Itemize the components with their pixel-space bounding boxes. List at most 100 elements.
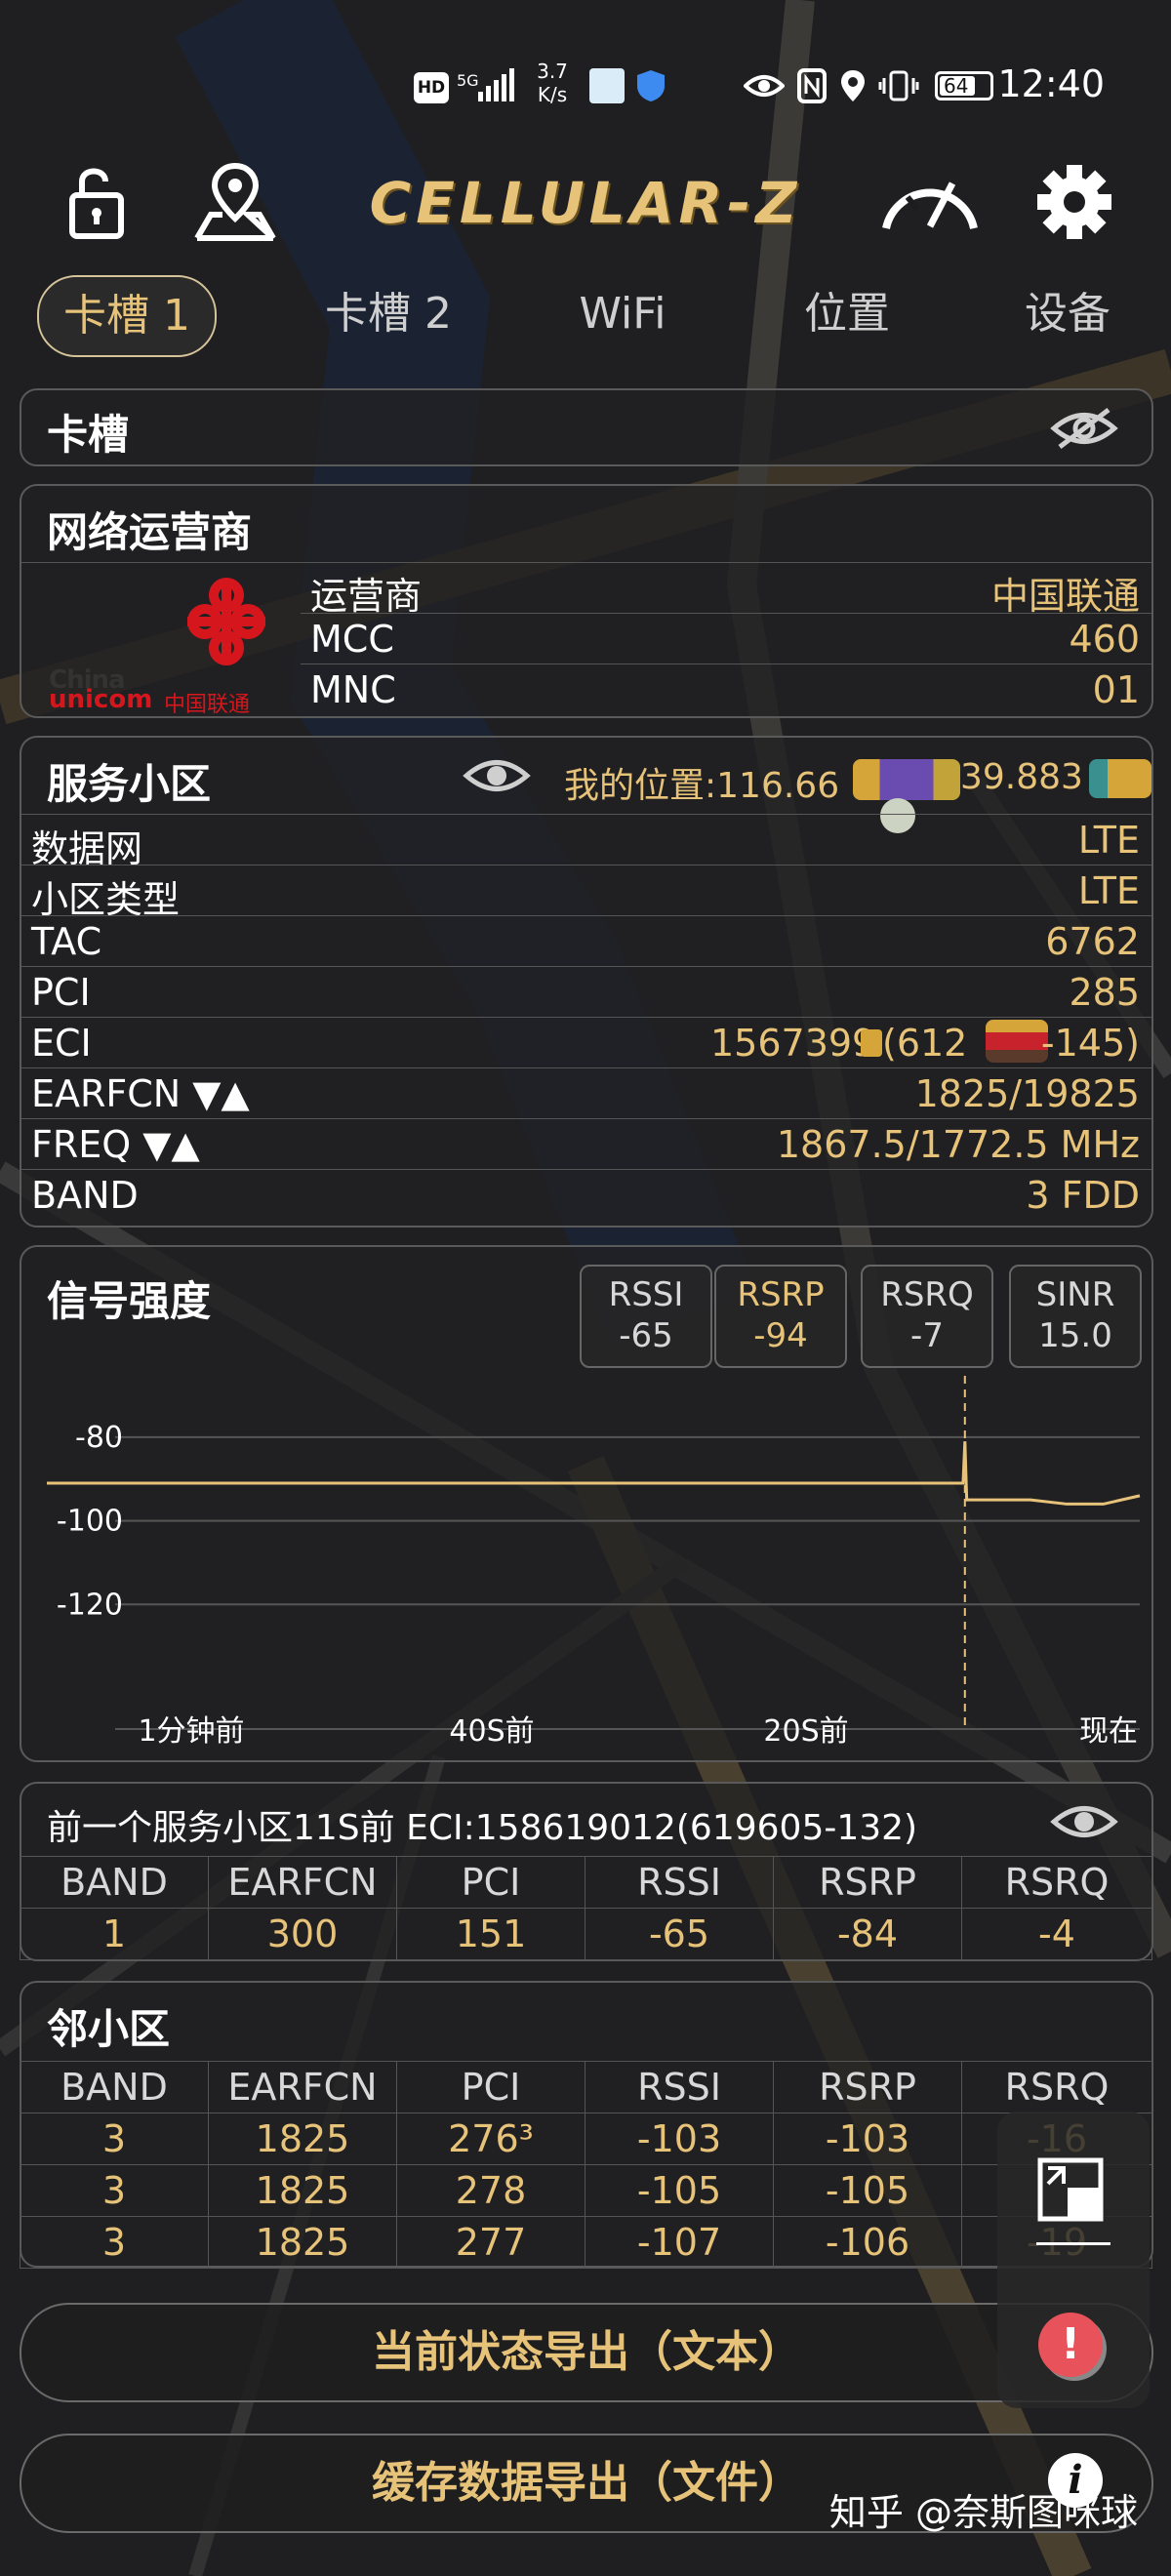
serving-row-value: 285	[1069, 971, 1140, 1014]
export-text-button[interactable]: 当前状态导出（文本）	[20, 2303, 1153, 2402]
neighbor-card-title: 邻小区	[47, 2005, 171, 2053]
chip-value: -7	[910, 1316, 944, 1355]
table-cell: -106	[773, 2216, 962, 2269]
chip-sinr[interactable]: SINR 15.0	[1009, 1265, 1142, 1368]
serving-row-key: FREQ ▼▲	[31, 1123, 200, 1166]
unlock-icon[interactable]	[55, 158, 142, 246]
serving-row-value: 3 FDD	[1026, 1174, 1140, 1217]
serving-row-key: ECI	[31, 1022, 92, 1065]
column-header: EARFCN	[208, 2061, 397, 2113]
tab-slot-1[interactable]: 卡槽 1	[37, 275, 217, 357]
serving-row: 数据网 LTE	[21, 814, 1151, 870]
table-cell: 3	[20, 2216, 209, 2269]
table-row: 3 1825 276³ -103 -103 -16	[20, 2113, 1152, 2165]
table-cell: -105	[773, 2164, 962, 2217]
table-cell: 1	[20, 1908, 209, 1960]
table-cell: 3	[20, 2113, 209, 2165]
serving-row: ECI 1567399 (612 -145)	[21, 1017, 1151, 1068]
x-tick-label: 40S前	[449, 1714, 534, 1749]
vibrate-icon	[878, 70, 919, 101]
serving-row-value: LTE	[1077, 819, 1140, 862]
shield-icon	[637, 70, 665, 101]
column-header: BAND	[20, 1856, 209, 1909]
table-cell: -103	[585, 2113, 774, 2165]
series-line-rsrp	[47, 1441, 1141, 1506]
settings-gear-icon[interactable]	[1030, 158, 1118, 246]
tab-slot-2[interactable]: 卡槽 2	[301, 275, 476, 353]
logo-text-cn: 中国联通	[164, 693, 251, 717]
speedometer-icon[interactable]	[876, 158, 984, 246]
redaction-blob	[861, 1029, 882, 1057]
eye-icon	[744, 75, 785, 97]
column-header: RSSI	[585, 2061, 774, 2113]
table-cell: 278	[396, 2164, 586, 2217]
alert-icon[interactable]: !	[1038, 2313, 1103, 2377]
serving-row-key: EARFCN ▼▲	[31, 1072, 250, 1115]
table-cell: -105	[585, 2164, 774, 2217]
net-speed-unit: K/s	[537, 83, 568, 106]
net-speed-value: 3.7	[537, 60, 568, 83]
operator-row: MNC 01	[301, 664, 1151, 715]
signal-card-title: 信号强度	[47, 1277, 212, 1325]
serving-row-key: BAND	[31, 1174, 139, 1217]
neighbor-table: BAND EARFCN PCI RSSI RSRP RSRQ 3 1825 27…	[20, 2061, 1152, 2269]
hd-icon: HD	[414, 72, 449, 103]
eci-mid: (612	[882, 1022, 968, 1065]
operator-row-key: MNC	[310, 668, 396, 711]
eye-off-icon[interactable]	[1050, 404, 1118, 453]
watermark-text: 知乎 @奈斯图咪球	[828, 2491, 1138, 2534]
table-cell: 1825	[208, 2164, 397, 2217]
redaction-blob	[986, 1020, 1048, 1063]
signal-bars-icon	[478, 68, 514, 101]
chip-rssi[interactable]: RSSI -65	[580, 1265, 712, 1368]
table-header-row: BAND EARFCN PCI RSSI RSRP RSRQ	[20, 1856, 1152, 1909]
battery-icon: 64	[935, 71, 993, 101]
column-header: PCI	[396, 2061, 586, 2113]
serving-row: BAND 3 FDD	[21, 1169, 1151, 1221]
status-bar: HD 5G 3.7 K/s 64 12:40	[0, 59, 1171, 117]
map-pin-icon[interactable]	[191, 158, 279, 246]
operator-card: 网络运营商 China unicom 中国联通 运营商 中国联通 MCC 460…	[20, 484, 1153, 718]
chip-rsrq[interactable]: RSRQ -7	[861, 1265, 993, 1368]
location-pin-icon	[841, 70, 865, 101]
tab-bar: 卡槽 1 卡槽 2 WiFi 位置 设备	[37, 275, 1150, 357]
tab-wifi[interactable]: WiFi	[545, 275, 701, 353]
chip-value: 15.0	[1038, 1316, 1112, 1355]
eye-icon[interactable]	[463, 751, 531, 800]
battery-level: 64	[944, 74, 969, 98]
eci-value: 1567399	[710, 1022, 876, 1065]
redaction-blob	[853, 759, 960, 800]
table-cell: -103	[773, 2113, 962, 2165]
chip-value: -65	[619, 1316, 673, 1355]
column-header: BAND	[20, 2061, 209, 2113]
picture-in-picture-icon[interactable]	[1034, 2154, 1112, 2233]
table-cell: 276³	[396, 2113, 586, 2165]
app-notification-icon	[589, 68, 625, 103]
tab-device[interactable]: 设备	[989, 275, 1146, 353]
chip-rsrp[interactable]: RSRP -94	[714, 1265, 847, 1368]
clock: 12:40	[997, 62, 1105, 105]
slot-card: 卡槽	[20, 388, 1153, 466]
column-header: EARFCN	[208, 1856, 397, 1909]
serving-row-value: LTE	[1077, 869, 1140, 912]
table-cell: 1825	[208, 2216, 397, 2269]
eye-icon[interactable]	[1050, 1797, 1118, 1846]
unicom-knot-icon	[187, 578, 265, 665]
column-header: RSRQ	[961, 1856, 1152, 1909]
serving-row-freq[interactable]: FREQ ▼▲ 1867.5/1772.5 MHz	[21, 1118, 1151, 1170]
serving-row-earfcn[interactable]: EARFCN ▼▲ 1825/19825	[21, 1067, 1151, 1119]
serving-row: TAC 6762	[21, 915, 1151, 967]
panel-divider	[1036, 2242, 1110, 2245]
chip-name: SINR	[1035, 1275, 1115, 1314]
table-cell: 3	[20, 2164, 209, 2217]
table-cell: -4	[961, 1908, 1152, 1960]
operator-row-value: 460	[1069, 618, 1140, 661]
serving-row: PCI 285	[21, 966, 1151, 1018]
serving-row-key: PCI	[31, 971, 91, 1014]
serving-row: 小区类型 LTE	[21, 865, 1151, 921]
china-unicom-logo: China unicom 中国联通	[49, 570, 283, 717]
operator-row-value: 中国联通	[990, 575, 1140, 618]
tab-location[interactable]: 位置	[769, 275, 925, 353]
slot-card-title: 卡槽	[47, 411, 130, 459]
operator-row-key: MCC	[310, 618, 394, 661]
